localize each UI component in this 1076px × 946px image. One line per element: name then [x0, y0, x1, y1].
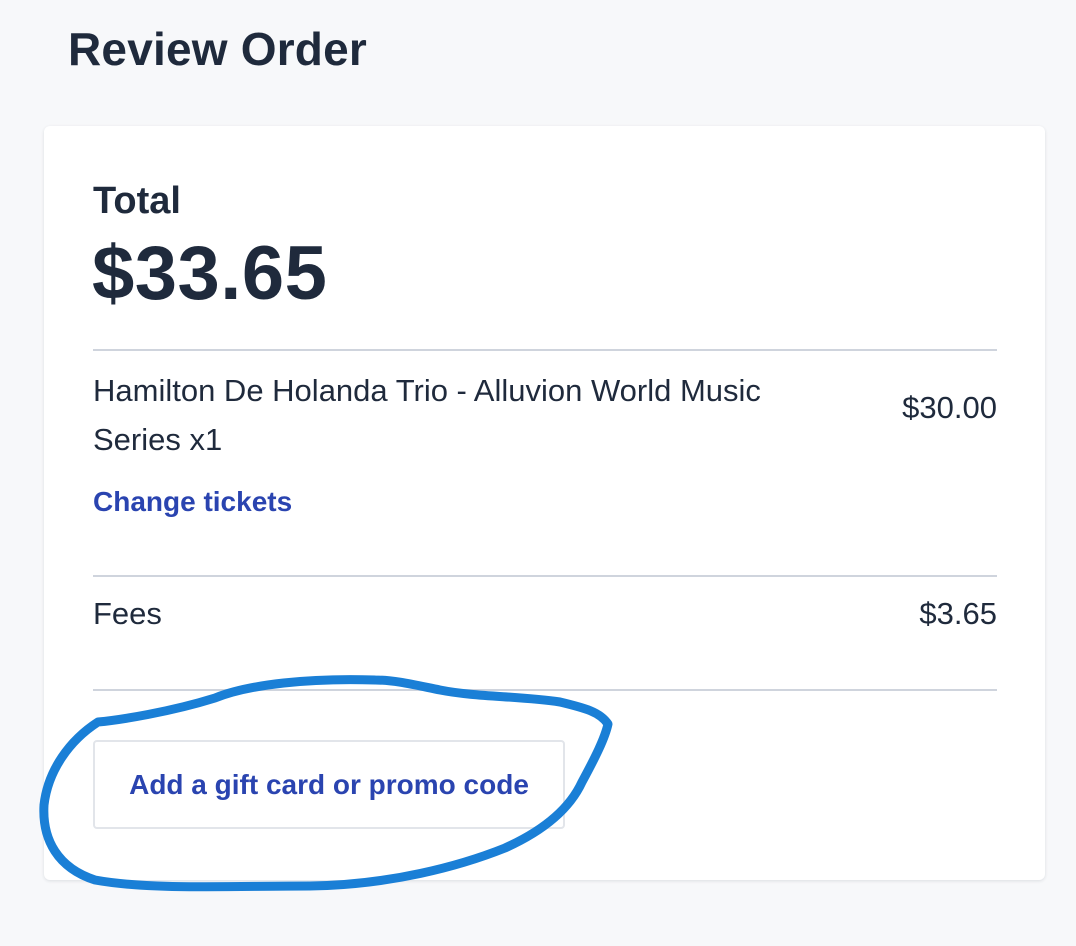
- divider: [93, 349, 997, 351]
- fees-label: Fees: [93, 596, 162, 631]
- total-label: Total: [93, 180, 181, 222]
- page-title: Review Order: [68, 23, 367, 75]
- divider: [93, 575, 997, 577]
- line-item-price: $30.00: [902, 390, 997, 425]
- change-tickets-link[interactable]: Change tickets: [93, 486, 292, 518]
- line-item-name: Hamilton De Holanda Trio - Alluvion Worl…: [93, 373, 761, 457]
- add-promo-code-button[interactable]: Add a gift card or promo code: [93, 740, 565, 829]
- fees-amount: $3.65: [919, 596, 997, 631]
- total-amount: $33.65: [92, 231, 328, 316]
- order-summary-card: Total $33.65 Hamilton De Holanda Trio - …: [44, 126, 1045, 880]
- divider: [93, 689, 997, 691]
